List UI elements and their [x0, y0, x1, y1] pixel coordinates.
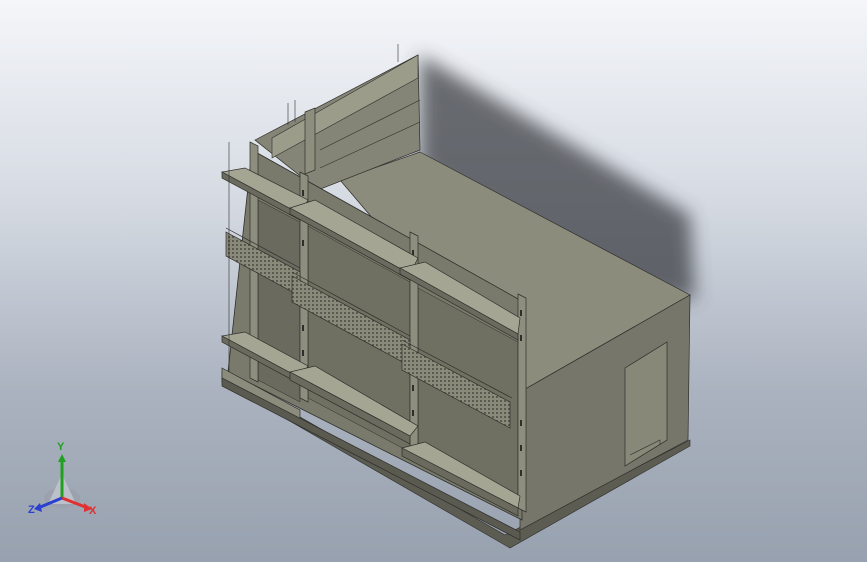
z-axis-label: Z	[28, 504, 35, 516]
graphics-viewport[interactable]: Y X Z	[0, 0, 867, 562]
triad-graphic	[34, 454, 92, 512]
3d-model-view[interactable]	[0, 0, 867, 562]
y-axis-label: Y	[57, 441, 65, 453]
orientation-triad[interactable]: Y X Z	[22, 442, 112, 526]
x-axis-label: X	[89, 505, 97, 517]
